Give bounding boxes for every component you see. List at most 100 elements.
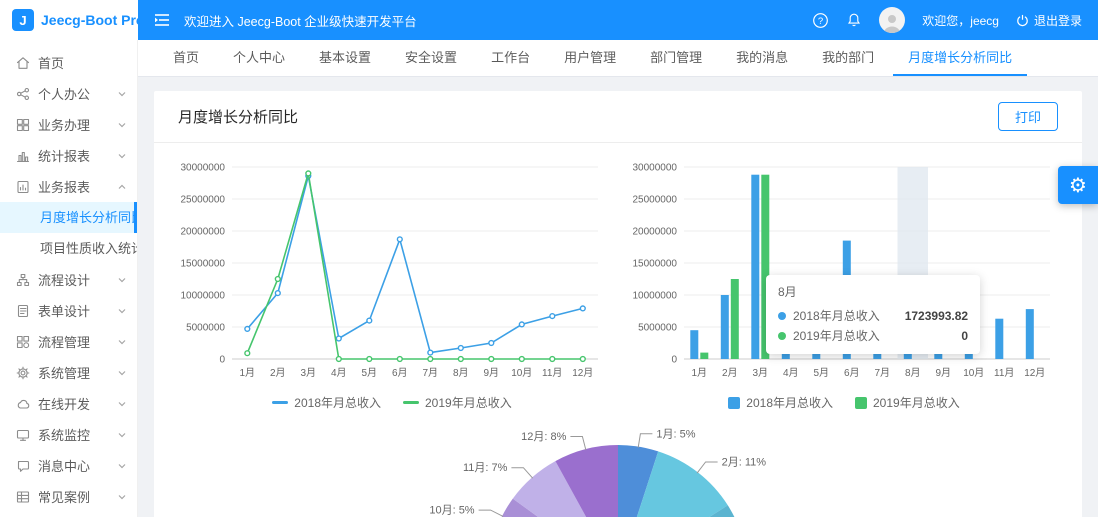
sidebar-item-label: 业务办理 [38,118,91,133]
svg-text:11月: 11月 [542,367,562,379]
header-actions: ? 欢迎您，jeecg 退出登录 [812,7,1082,33]
app-root: J Jeecg-Boot Pro 欢迎进入 Jeecg-Boot 企业级快速开发… [0,0,1098,517]
svg-text:8月: 8月 [905,367,921,379]
chevron-down-icon [117,368,127,378]
avatar[interactable] [879,7,906,33]
line-chart: 0 5000000 10000000 15000000 20000000 25000000… [166,153,618,411]
logout-label: 退出登录 [1033,13,1082,28]
tab-5[interactable]: 用户管理 [549,40,631,76]
svg-text:7月: 7月 [422,367,438,379]
svg-text:5月: 5月 [361,367,377,379]
sidebar-item-8[interactable]: 系统管理 [0,357,137,388]
cloud-icon [16,397,30,411]
apps-icon [16,118,30,132]
tab-0[interactable]: 首页 [158,40,214,76]
chevron-down-icon [117,461,127,471]
logout-icon [1016,14,1029,27]
legend-item[interactable]: 2019年月总收入 [855,394,960,411]
sidebar-item-6[interactable]: 表单设计 [0,295,137,326]
tab-4[interactable]: 工作台 [476,40,545,76]
svg-text:1月: 1月 [239,367,255,379]
svg-text:2月: 11%: 2月: 11% [722,457,767,469]
gear-icon [16,366,30,380]
settings-gear-button[interactable]: ⚙ [1058,166,1098,204]
chart-legend: 2018年月总收入 2019年月总收入 [166,394,618,411]
chevron-down-icon [117,306,127,316]
svg-text:10月: 10月 [963,367,984,379]
form-design-icon [16,304,30,318]
legend-item[interactable]: 2018年月总收入 [728,394,833,411]
logo-icon: J [12,9,34,31]
svg-text:6月: 6月 [844,367,860,379]
legend-item[interactable]: 2018年月总收入 [272,394,381,411]
sidebar-item-11[interactable]: 消息中心 [0,450,137,481]
content: 月度增长分析同比 打印 0 5000000 10000000 15000000 2000… [138,77,1098,517]
tab-bar: 首页 个人中心 基本设置 安全设置 工作台 用户管理 部门管理 我的消息 我的部门 月度增长分析同… [138,40,1098,77]
sidebar: 首页 个人办公业务办理统计报表业务报表月度增长分析同比 项目性质收入统计流程设计表单… [0,40,138,517]
legend-item[interactable]: 2019年月总收入 [403,394,512,411]
menu-collapse-icon[interactable] [154,13,170,27]
chart-legend: 2018年月总收入 2019年月总收入 [618,394,1070,411]
chevron-down-icon [117,399,127,409]
svg-text:?: ? [818,15,823,26]
question-circle-icon[interactable]: ? [812,12,829,29]
sidebar-item-12[interactable]: 常见案例 [0,481,137,512]
report-icon [16,180,30,194]
sidebar-item-3[interactable]: 统计报表 [0,140,137,171]
pie-chart: 1月: 5% 2月: 11% 10月: 5% 11月: 7% 12月: 8% [162,425,1074,517]
sidebar-subitem[interactable]: 月度增长分析同比 [0,202,137,233]
cases-icon [16,490,30,504]
svg-text:2月: 2月 [722,367,738,379]
sidebar-subitem[interactable]: 项目性质收入统计 [0,233,137,264]
bell-icon[interactable] [846,12,862,28]
tab-6[interactable]: 部门管理 [635,40,717,76]
svg-text:25000000: 25000000 [633,195,678,206]
svg-text:20000000: 20000000 [633,227,678,238]
svg-text:11月: 7%: 11月: 7% [463,462,508,474]
svg-text:11月: 11月 [994,367,1014,379]
sidebar-item-9[interactable]: 在线开发 [0,388,137,419]
svg-text:4月: 4月 [783,367,799,379]
sidebar-item-10[interactable]: 系统监控 [0,419,137,450]
tab-8[interactable]: 我的部门 [807,40,889,76]
sidebar-item-label: 流程设计 [38,273,91,288]
tab-3[interactable]: 安全设置 [390,40,472,76]
svg-text:1月: 1月 [691,367,707,379]
page-title: 月度增长分析同比 [178,109,299,126]
sidebar-item-7[interactable]: 流程管理 [0,326,137,357]
bar-chart: 0 5000000 10000000 15000000 20000000 25000000… [618,153,1070,411]
sidebar-item-label: 消息中心 [38,459,91,474]
logo-text: Jeecg-Boot Pro [41,12,145,28]
logout-button[interactable]: 退出登录 [1016,12,1082,29]
svg-text:15000000: 15000000 [633,259,678,270]
sidebar-item-4[interactable]: 业务报表 [0,171,137,202]
tab-9[interactable]: 月度增长分析同比 [893,40,1028,76]
svg-text:25000000: 25000000 [181,195,226,206]
message-icon [16,459,30,473]
sidebar-item-label: 业务报表 [38,180,91,195]
svg-text:10月: 10月 [511,367,532,379]
sidebar-item-1[interactable]: 个人办公 [0,78,137,109]
header-bar: 欢迎进入 Jeecg-Boot 企业级快速开发平台 ? 欢迎您，jeecg 退出… [138,0,1098,40]
flow-manage-icon [16,335,30,349]
report-card: 月度增长分析同比 打印 0 5000000 10000000 15000000 2000… [154,91,1082,517]
svg-text:15000000: 15000000 [181,259,226,270]
print-button[interactable]: 打印 [997,102,1058,131]
sidebar-item-0[interactable]: 首页 [0,47,137,78]
stats-icon [16,149,30,163]
monitor-icon [16,428,30,442]
sidebar-item-2[interactable]: 业务办理 [0,109,137,140]
sidebar-item-5[interactable]: 流程设计 [0,264,137,295]
svg-text:8月: 8月 [453,367,469,379]
svg-text:1月: 5%: 1月: 5% [656,428,695,440]
tab-1[interactable]: 个人中心 [218,40,300,76]
svg-text:0: 0 [219,355,225,366]
tab-7[interactable]: 我的消息 [721,40,803,76]
logo[interactable]: J Jeecg-Boot Pro [0,0,144,40]
svg-text:12月: 8%: 12月: 8% [521,431,566,443]
svg-text:5000000: 5000000 [186,323,225,334]
tab-2[interactable]: 基本设置 [304,40,386,76]
welcome-text: 欢迎进入 Jeecg-Boot 企业级快速开发平台 [184,14,417,29]
svg-text:30000000: 30000000 [633,163,678,174]
charts-row: 0 5000000 10000000 15000000 20000000 25000000… [162,153,1074,411]
